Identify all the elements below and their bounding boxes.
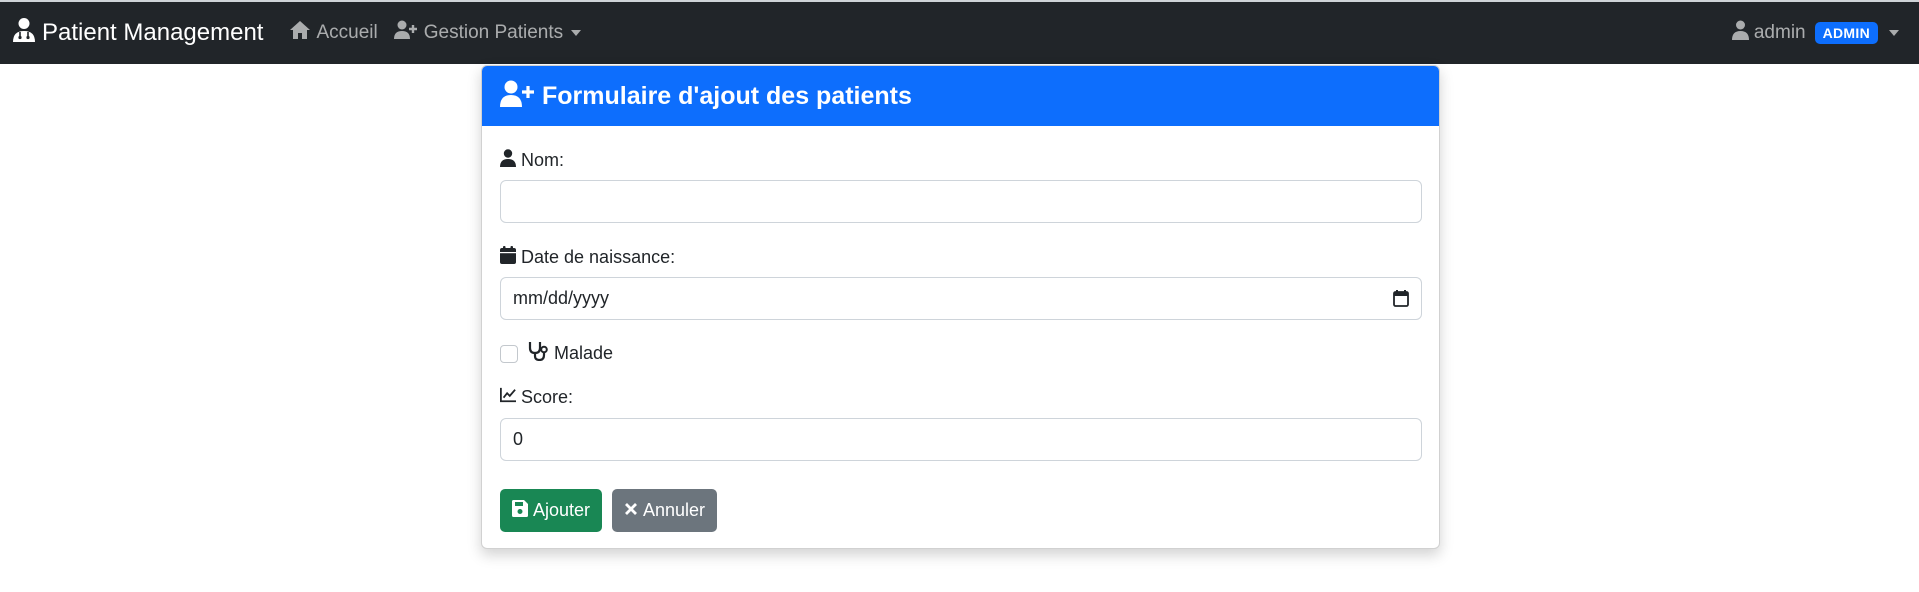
card-header: Formulaire d'ajout des patients <box>482 66 1439 126</box>
nom-label: Nom: <box>500 149 564 172</box>
malade-checkbox[interactable] <box>500 344 518 363</box>
ajouter-label: Ajouter <box>533 500 591 520</box>
chevron-down-icon <box>571 30 582 36</box>
date-label-text: Date de naissance: <box>521 247 676 267</box>
date-label: Date de naissance: <box>500 246 675 269</box>
user-name: admin <box>1753 22 1806 43</box>
role-badge: ADMIN <box>1814 22 1878 44</box>
nav-dropdown-gestion-patients[interactable]: Gestion Patients <box>393 20 582 46</box>
calendar-icon <box>500 246 521 269</box>
user-plus-icon <box>393 20 424 46</box>
chart-line-icon <box>500 386 521 409</box>
date-placeholder: mm/dd/yyyy <box>513 288 610 308</box>
brand-text: Patient Management <box>42 19 264 46</box>
malade-label: Malade <box>554 343 614 363</box>
ajouter-button[interactable]: Ajouter <box>500 489 603 532</box>
brand-link[interactable]: Patient Management <box>12 17 263 50</box>
annuler-label: Annuler <box>643 500 706 520</box>
user-doctor-icon <box>12 17 42 50</box>
user-icon <box>1731 20 1754 46</box>
date-of-birth-input[interactable]: mm/dd/yyyy <box>500 277 1422 320</box>
navbar: Patient Management Accueil Gestion Patie… <box>0 2 1919 64</box>
calendar-picker-icon[interactable] <box>1393 290 1409 307</box>
nom-label-text: Nom: <box>521 150 565 170</box>
times-icon <box>624 500 643 521</box>
stethoscope-icon <box>527 341 554 366</box>
nom-input[interactable] <box>500 180 1422 223</box>
score-label: Score: <box>500 386 573 409</box>
nav-link-accueil[interactable]: Accueil <box>289 20 378 46</box>
nav-dropdown-label: Gestion Patients <box>423 22 564 43</box>
home-icon <box>289 20 316 46</box>
score-input[interactable]: 0 <box>500 418 1422 461</box>
user-menu[interactable]: admin ADMIN <box>1731 2 1899 64</box>
save-icon <box>512 499 533 522</box>
user-icon <box>500 149 521 172</box>
nav-link-accueil-label: Accueil <box>316 22 378 43</box>
user-plus-icon <box>500 80 542 113</box>
page-title: Formulaire d'ajout des patients <box>542 81 912 110</box>
malade-row: Malade <box>500 341 613 366</box>
add-patient-card: Formulaire d'ajout des patients Nom: Dat… <box>481 65 1440 549</box>
score-label-text: Score: <box>521 387 574 407</box>
annuler-button[interactable]: Annuler <box>612 489 718 532</box>
chevron-down-icon <box>1889 30 1899 36</box>
